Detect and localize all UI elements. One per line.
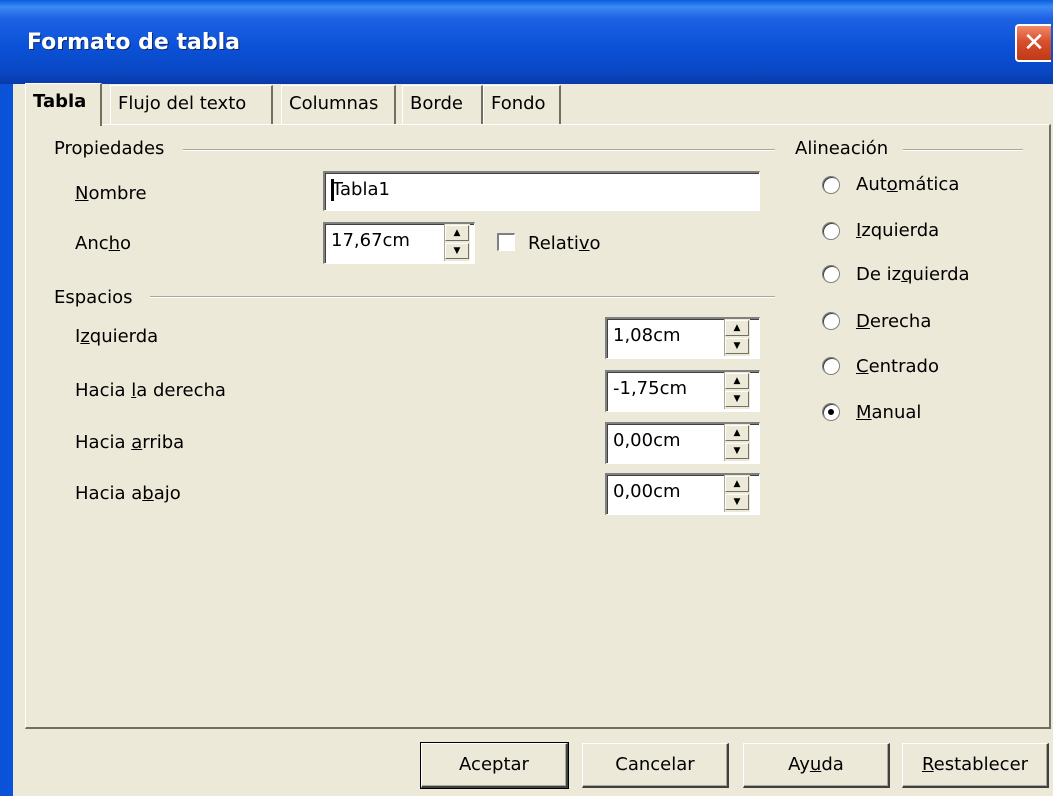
espacios-header: Espacios xyxy=(54,287,133,308)
tab-flujo-del-texto[interactable]: Flujo del texto xyxy=(110,85,273,124)
radio-centrado[interactable] xyxy=(822,357,840,375)
hacia-la-derecha-label: Hacia la derecha xyxy=(75,380,226,401)
hacia-la-derecha-spinner[interactable]: ▲ ▼ xyxy=(724,372,750,409)
radio-manual[interactable] xyxy=(822,403,840,421)
relativo-checkbox[interactable] xyxy=(497,233,515,251)
espacios-separator xyxy=(150,296,775,298)
alineacion-separator xyxy=(903,149,1023,151)
spin-down-icon[interactable]: ▼ xyxy=(725,494,749,510)
nombre-value: Tabla1 xyxy=(332,179,390,200)
ancho-spinner[interactable]: ▲ ▼ xyxy=(444,224,470,261)
cancelar-button[interactable]: Cancelar xyxy=(582,743,729,788)
spin-down-icon[interactable]: ▼ xyxy=(725,338,749,354)
aceptar-button[interactable]: Aceptar xyxy=(420,742,569,789)
close-icon[interactable]: ✕ xyxy=(1015,24,1051,62)
tab-fondo[interactable]: Fondo xyxy=(483,85,561,124)
automatica-label: Automática xyxy=(856,174,960,195)
hacia-arriba-value: 0,00cm xyxy=(613,430,681,451)
radio-derecha[interactable] xyxy=(822,312,840,330)
tab-tabla[interactable]: Tabla xyxy=(25,83,102,126)
spin-down-icon[interactable]: ▼ xyxy=(445,243,469,259)
nombre-input[interactable]: Tabla1 xyxy=(323,171,760,211)
relativo-label: Relativo xyxy=(528,233,601,254)
izquierda-spinner[interactable]: ▲ ▼ xyxy=(724,319,750,356)
spin-down-icon[interactable]: ▼ xyxy=(725,391,749,407)
hacia-la-derecha-value: -1,75cm xyxy=(613,378,688,399)
manual-label: Manual xyxy=(856,402,922,423)
izquierda-value: 1,08cm xyxy=(613,325,681,346)
restablecer-button[interactable]: Restablecer xyxy=(902,743,1049,788)
window-frame-left xyxy=(0,84,13,796)
ancho-value: 17,67cm xyxy=(331,230,410,251)
hacia-abajo-spinner[interactable]: ▲ ▼ xyxy=(724,475,750,512)
alineacion-header: Alineación xyxy=(795,138,889,159)
title-bar[interactable]: Formato de tabla ✕ xyxy=(0,0,1053,84)
hacia-arriba-label: Hacia arriba xyxy=(75,432,185,453)
spin-up-icon[interactable]: ▲ xyxy=(725,425,749,441)
spin-down-icon[interactable]: ▼ xyxy=(725,443,749,459)
tab-panel xyxy=(25,124,1051,729)
radio-automatica[interactable] xyxy=(822,176,840,194)
izquierda-label: Izquierda xyxy=(75,326,159,347)
hacia-abajo-label: Hacia abajo xyxy=(75,483,181,504)
spin-up-icon[interactable]: ▲ xyxy=(725,373,749,389)
window-title: Formato de tabla xyxy=(27,30,240,55)
radio-selected-dot xyxy=(828,409,834,415)
nombre-label: Nombre xyxy=(75,183,147,204)
de-izquierda-label: De izquierda xyxy=(856,264,970,285)
hacia-arriba-spinner[interactable]: ▲ ▼ xyxy=(724,424,750,461)
propiedades-separator xyxy=(183,149,775,151)
hacia-abajo-value: 0,00cm xyxy=(613,481,681,502)
spin-up-icon[interactable]: ▲ xyxy=(725,476,749,492)
tab-borde[interactable]: Borde xyxy=(402,85,483,124)
derecha-label: Derecha xyxy=(856,311,932,332)
radio-de-izquierda[interactable] xyxy=(822,265,840,283)
spin-up-icon[interactable]: ▲ xyxy=(725,320,749,336)
radio-izquierda[interactable] xyxy=(822,222,840,240)
izquierda-align-label: Izquierda xyxy=(856,220,940,241)
ayuda-button[interactable]: Ayuda xyxy=(743,743,890,788)
ancho-label: Ancho xyxy=(75,233,132,254)
centrado-label: Centrado xyxy=(856,356,939,377)
spin-up-icon[interactable]: ▲ xyxy=(445,225,469,241)
tab-columnas[interactable]: Columnas xyxy=(281,85,396,124)
propiedades-header: Propiedades xyxy=(54,138,165,159)
